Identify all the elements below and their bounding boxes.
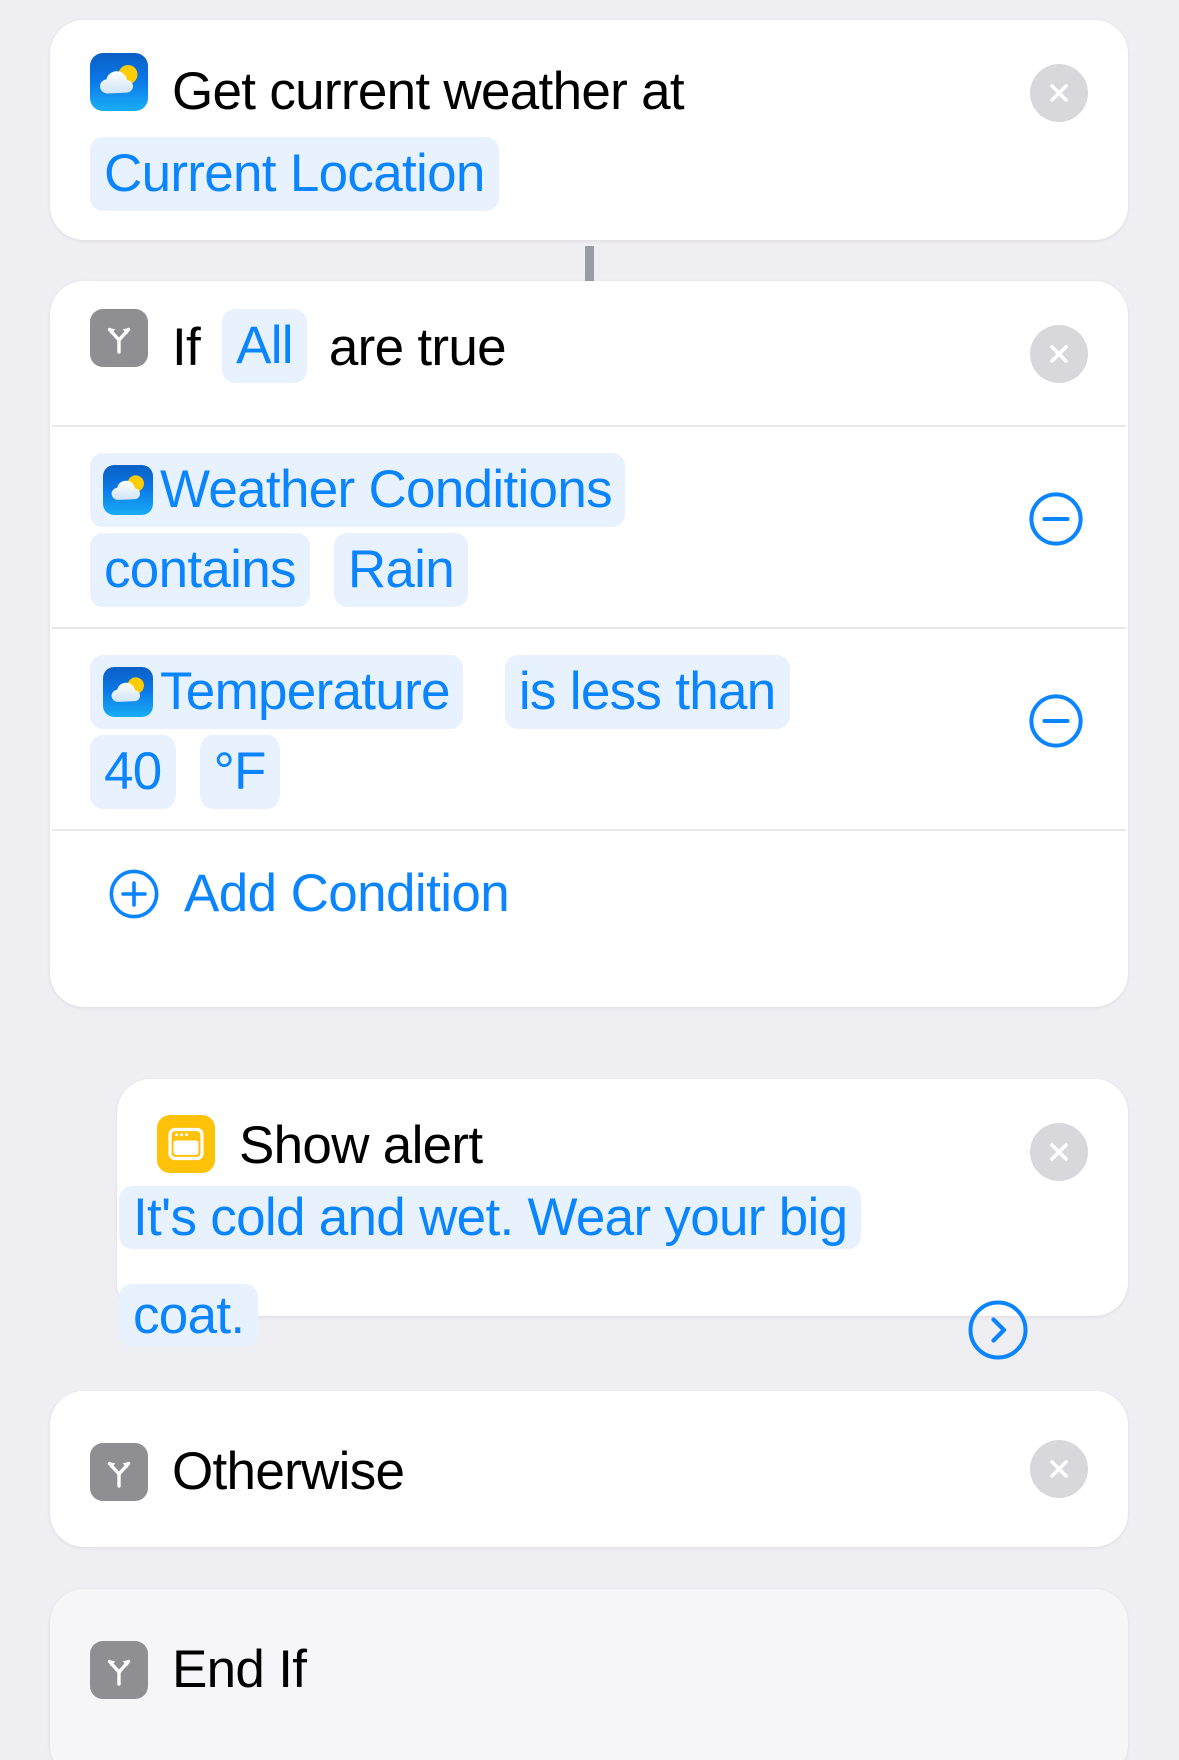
- condition-value-pill[interactable]: Rain: [333, 533, 469, 607]
- if-quantifier-pill[interactable]: All: [222, 309, 307, 383]
- condition-operator-pill[interactable]: contains: [90, 533, 310, 607]
- action-card-get-current-weather[interactable]: Get current weather at Current Location: [50, 20, 1128, 240]
- weather-app-icon: [103, 465, 153, 515]
- remove-condition-icon[interactable]: [1028, 491, 1084, 547]
- add-condition-label: Add Condition: [184, 864, 510, 923]
- end-if-label: End If: [172, 1640, 307, 1699]
- show-alert-row: Show alert: [157, 1107, 1128, 1185]
- end-if-row: End If: [50, 1589, 1128, 1709]
- if-header-content: If All are true: [90, 309, 1088, 387]
- condition-2-line-2: 40 °F: [90, 735, 1088, 809]
- get-weather-parameter-row: Current Location: [90, 137, 1088, 211]
- close-icon[interactable]: [1030, 325, 1088, 383]
- plus-circle-icon: [108, 868, 160, 920]
- condition-variable-label: Weather Conditions: [160, 460, 613, 519]
- if-prefix-label: If: [172, 318, 201, 377]
- close-icon[interactable]: [1030, 64, 1088, 122]
- alert-window-icon: [157, 1115, 215, 1173]
- add-condition-row[interactable]: Add Condition: [50, 831, 1128, 924]
- alert-message-wrapper: It's cold and wet. Wear your big coat.: [119, 1181, 951, 1377]
- otherwise-row: Otherwise: [50, 1391, 1128, 1511]
- chevron-right-circle-icon[interactable]: [967, 1299, 1029, 1361]
- condition-1-line-2: contains Rain: [90, 533, 1088, 607]
- condition-unit-pill[interactable]: °F: [199, 735, 280, 809]
- remove-condition-icon[interactable]: [1028, 693, 1084, 749]
- otherwise-label: Otherwise: [172, 1442, 405, 1501]
- weather-app-icon: [103, 667, 153, 717]
- condition-operator-pill[interactable]: is less than: [504, 655, 790, 729]
- if-suffix-label: are true: [328, 318, 507, 377]
- get-weather-content: Get current weather at Current Location: [50, 20, 1128, 211]
- location-parameter-pill[interactable]: Current Location: [90, 137, 499, 211]
- condition-row: Weather Conditions contains Rain: [50, 427, 1128, 627]
- shortcut-editor-canvas: Get current weather at Current Location: [0, 0, 1179, 1760]
- close-icon[interactable]: [1030, 1440, 1088, 1498]
- add-condition-button[interactable]: Add Condition: [108, 863, 1088, 924]
- close-icon[interactable]: [1030, 1123, 1088, 1181]
- condition-variable-label: Temperature: [160, 662, 451, 721]
- condition-variable-pill[interactable]: Weather Conditions: [90, 453, 625, 527]
- condition-row: Temperature is less than 40 °F: [50, 629, 1128, 829]
- alert-message-row: It's cold and wet. Wear your big coat.: [117, 1181, 1128, 1377]
- condition-1-line-1: Weather Conditions: [90, 453, 1088, 527]
- action-card-end-if[interactable]: End If: [50, 1589, 1128, 1760]
- if-header-row: If All are true: [50, 281, 1128, 425]
- if-branch-icon: [90, 309, 148, 367]
- if-branch-icon: [90, 1641, 148, 1699]
- if-branch-icon: [90, 1443, 148, 1501]
- action-card-if[interactable]: If All are true Weather Conditions conta…: [50, 281, 1128, 1007]
- show-alert-content: Show alert It's cold and wet. Wear your …: [117, 1079, 1128, 1377]
- action-card-show-alert[interactable]: Show alert It's cold and wet. Wear your …: [117, 1079, 1128, 1360]
- condition-value-pill[interactable]: 40: [90, 735, 176, 809]
- condition-2-line-1: Temperature is less than: [90, 655, 1088, 729]
- weather-app-icon: [90, 53, 148, 111]
- action-card-otherwise[interactable]: Otherwise: [50, 1391, 1128, 1547]
- alert-message-pill[interactable]: It's cold and wet. Wear your big coat.: [119, 1186, 862, 1347]
- show-alert-label: Show alert: [239, 1116, 483, 1175]
- action-connector-line: [585, 246, 594, 282]
- condition-variable-pill[interactable]: Temperature: [90, 655, 463, 729]
- get-weather-label: Get current weather at: [172, 62, 685, 121]
- get-weather-row: Get current weather at: [90, 53, 1088, 131]
